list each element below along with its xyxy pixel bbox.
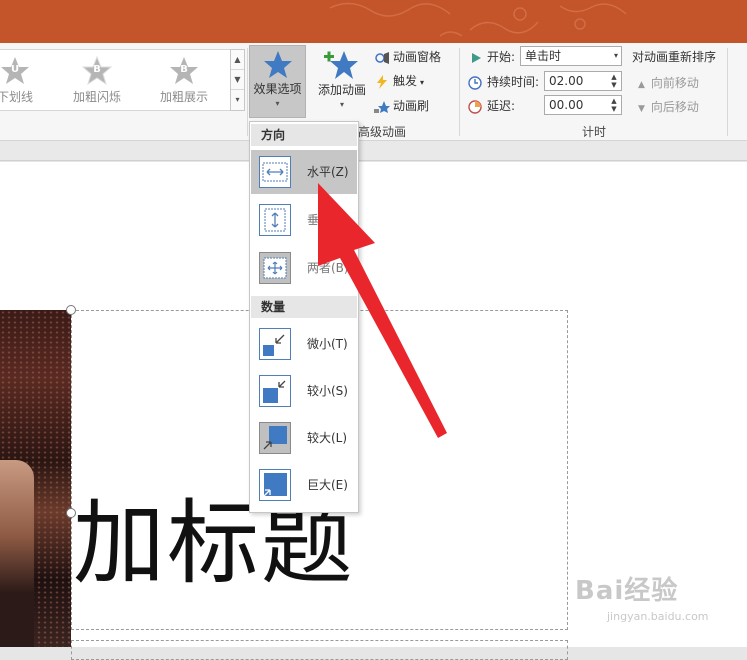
subtitle-placeholder[interactable] xyxy=(71,640,568,660)
title-bar xyxy=(0,0,747,43)
star-icon: U xyxy=(0,56,30,86)
menu-item-tiny[interactable]: 微小(T) xyxy=(251,322,357,366)
animation-painter-button[interactable]: 动画刷 xyxy=(374,97,429,114)
gallery-item-bold-flash[interactable]: B 加粗闪烁 xyxy=(62,55,132,108)
triangle-up-icon: ▲ xyxy=(638,80,645,90)
menu-item-both[interactable]: 两者(B) xyxy=(251,246,357,290)
resize-handle[interactable] xyxy=(66,305,76,315)
duration-label: 持续时间: xyxy=(468,73,539,90)
menu-item-smaller[interactable]: 较小(S) xyxy=(251,369,357,413)
chevron-down-icon: ▾ xyxy=(613,51,618,60)
larger-icon xyxy=(259,422,291,454)
start-label: 开始: xyxy=(468,48,515,65)
reorder-title: 对动画重新排序 xyxy=(632,50,717,64)
spinner-icon[interactable]: ▲ ▼ xyxy=(609,97,619,113)
painter-star-icon xyxy=(374,100,390,113)
add-animation-label: 添加动画 xyxy=(317,83,366,97)
menu-item-huge[interactable]: 巨大(E) xyxy=(251,463,357,507)
menu-item-vertical[interactable]: 垂直(V) xyxy=(251,198,357,242)
ribbon-footer xyxy=(0,141,747,161)
gallery-item-bold-reveal[interactable]: B 加粗展示 xyxy=(149,56,219,108)
start-select[interactable]: 单击时 ▾ xyxy=(520,46,622,66)
gallery-item-underline[interactable]: U 下划线 xyxy=(0,56,50,108)
group-label-advanced: 高级动画 xyxy=(358,125,407,139)
divider xyxy=(459,48,460,136)
divider xyxy=(247,48,248,136)
watermark-logo: Bai经验 xyxy=(575,576,679,606)
lightning-icon xyxy=(377,74,387,89)
delay-clock-icon xyxy=(468,99,482,114)
effect-options-label: 效果选项 xyxy=(253,82,302,96)
clock-icon xyxy=(468,75,482,90)
chevron-down-icon: ▾ xyxy=(339,100,344,109)
star-burst-icon: B xyxy=(81,55,113,86)
watermark-url: jingyan.baidu.com xyxy=(607,610,709,623)
huge-icon xyxy=(259,469,291,501)
star-icon: B xyxy=(169,56,199,86)
menu-section-amount: 数量 xyxy=(251,296,357,318)
gallery-item-label: 加粗展示 xyxy=(159,90,208,104)
menu-item-larger[interactable]: 较大(L) xyxy=(251,416,357,460)
animation-pane-button[interactable]: 动画窗格 xyxy=(374,48,441,65)
group-label-timing: 计时 xyxy=(582,125,607,139)
tiny-icon xyxy=(259,328,291,360)
player-figure xyxy=(0,460,34,647)
scroll-up-icon[interactable]: ▲ xyxy=(231,50,244,70)
triangle-down-icon: ▼ xyxy=(638,104,645,114)
slide-photo[interactable] xyxy=(0,310,71,647)
menu-section-direction: 方向 xyxy=(251,124,357,146)
scroll-down-icon[interactable]: ▼ xyxy=(231,70,244,90)
add-animation-button[interactable]: 添加动画 ▾ xyxy=(313,45,371,118)
star-icon xyxy=(263,51,292,78)
title-bar-ornament xyxy=(329,2,627,37)
gallery-item-label: 加粗闪烁 xyxy=(72,90,121,104)
gallery-scrollbar[interactable]: ▲ ▼ ▾ xyxy=(230,49,245,111)
trigger-button[interactable]: 触发 ▾ xyxy=(374,72,424,89)
duration-field[interactable]: 02.00 ▲ ▼ xyxy=(544,71,622,91)
play-icon xyxy=(472,52,481,63)
delay-field[interactable]: 00.00 ▲ ▼ xyxy=(544,95,622,115)
delay-label: 延迟: xyxy=(468,97,515,114)
move-earlier-button[interactable]: ▲ 向前移动 xyxy=(638,74,699,91)
spinner-icon[interactable]: ▲ ▼ xyxy=(609,73,619,89)
chevron-down-icon: ▾ xyxy=(420,78,425,87)
horizontal-arrows-icon xyxy=(259,156,291,188)
divider xyxy=(727,48,728,136)
effect-options-button[interactable]: 效果选项 ▾ xyxy=(249,45,306,118)
menu-item-horizontal[interactable]: 水平(Z) xyxy=(251,150,357,194)
smaller-icon xyxy=(259,375,291,407)
chevron-down-icon: ▾ xyxy=(275,99,280,108)
add-star-icon xyxy=(324,51,358,79)
gallery-expand-icon[interactable]: ▾ xyxy=(231,90,244,110)
effect-options-menu: 方向 水平(Z) 垂直(V) 两者(B) 数量 微小(T) 较小(S) 较大(L… xyxy=(249,121,359,513)
animation-gallery: U 下划线 B 加粗闪烁 B 加粗展示 xyxy=(0,49,232,111)
both-arrows-icon xyxy=(259,252,291,284)
vertical-arrows-icon xyxy=(259,204,291,236)
move-later-button[interactable]: ▼ 向后移动 xyxy=(638,98,699,115)
gallery-item-label: 下划线 xyxy=(0,90,33,104)
animation-pane-icon xyxy=(375,51,389,64)
